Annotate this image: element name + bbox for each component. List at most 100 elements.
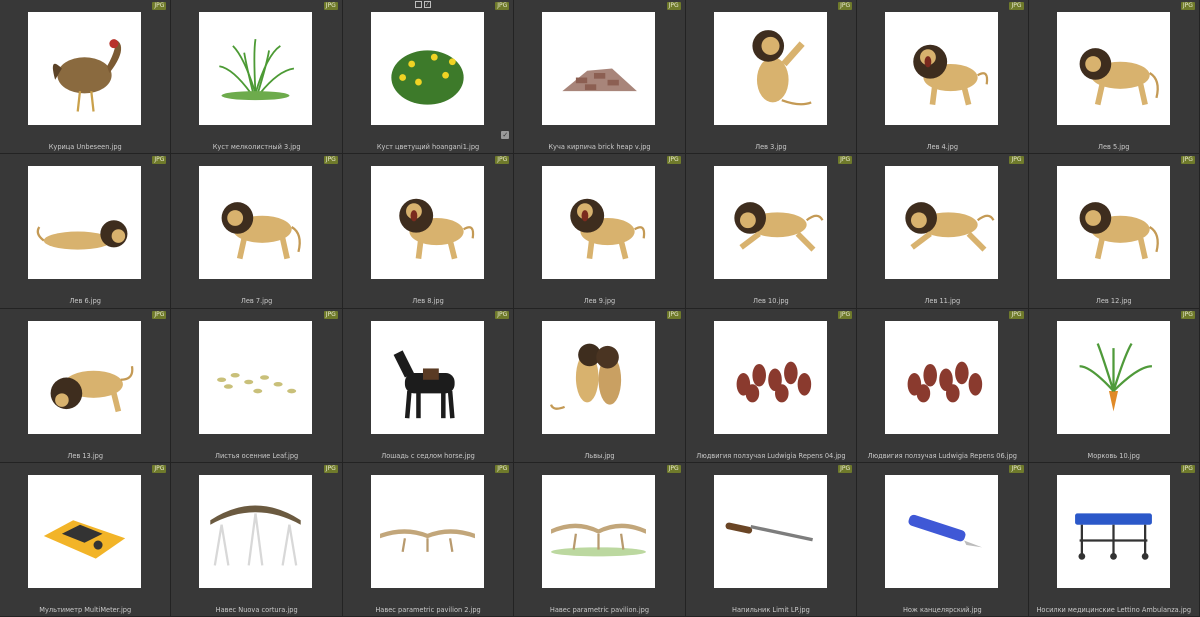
asset-thumbnail-cell[interactable]: JPG Куча кирпича brick heap v.jpg [514,0,686,154]
asset-thumbnail-cell[interactable]: JPG Куст мелколистный 3.jpg [171,0,343,154]
asset-thumbnail-cell[interactable]: JPG Лошадь с седлом horse.jpg [342,309,515,463]
file-type-badge: JPG [495,311,510,319]
asset-thumbnail-cell[interactable]: JPG Навес parametric pavilion 2.jpg [342,463,515,617]
thumbnail-image[interactable] [713,166,827,279]
file-name-label: Морковь 10.jpg [1087,452,1140,460]
file-name-label: Лев 12.jpg [1095,297,1132,305]
file-name-label: Листья осенние Leaf.jpg [215,452,299,460]
file-type-badge: JPG [1180,311,1195,319]
asset-thumbnail-cell[interactable]: JPG Лев 10.jpg [685,154,858,309]
thumbnail-image[interactable] [28,166,141,279]
asset-thumbnail-cell[interactable]: JPG Навес Nuova cortura.jpg [171,463,343,617]
asset-thumbnail-cell[interactable]: JPG Людвигия ползучая Ludwigia Repens 04.… [685,309,858,463]
file-type-badge: JPG [838,156,853,164]
file-type-badge: JPG [1180,156,1195,164]
file-type-badge: JPG [666,156,681,164]
thumbnail-image[interactable] [1056,166,1170,279]
file-name-label: Лошадь с седлом horse.jpg [381,452,475,460]
file-name-label: Куст мелколистный 3.jpg [212,143,301,151]
thumbnail-image[interactable] [542,475,656,588]
file-name-label: Куст цветущий hoangani1.jpg [376,143,480,151]
asset-thumbnail-cell[interactable]: JPG Носилки медицинские Lettino Ambulanza… [1028,463,1200,617]
file-type-badge: JPG [666,2,681,10]
thumbnail-image[interactable] [199,475,313,588]
asset-thumbnail-cell[interactable]: JPG Морковь 10.jpg [1028,309,1200,463]
asset-thumbnail-cell[interactable]: JPG Лев 13.jpg [0,309,172,463]
asset-thumbnail-grid: JPG Курица Unbeseen.jpg JPG Куст мелколистн… [0,0,1200,617]
thumbnail-image[interactable] [370,321,484,434]
thumbnail-image[interactable] [28,321,141,434]
file-type-badge: JPG [1009,2,1024,10]
thumbnail-image[interactable] [542,321,656,434]
file-name-label: Лев 3.jpg [755,143,787,151]
asset-thumbnail-cell[interactable]: JPG Навес parametric pavilion.jpg [514,463,686,617]
thumbnail-image[interactable] [1056,475,1170,588]
file-name-label: Лев 9.jpg [583,297,616,305]
file-type-badge: JPG [666,311,681,319]
thumbnail-image[interactable] [885,166,999,279]
thumbnail-image[interactable] [885,12,999,125]
file-name-label: Мультиметр MultiMeter.jpg [39,606,132,614]
file-type-badge: JPG [495,156,510,164]
file-type-badge: JPG [152,311,167,319]
thumbnail-image[interactable] [370,166,484,279]
asset-thumbnail-cell[interactable]: JPG Лев 5.jpg [1028,0,1200,154]
asset-thumbnail-cell[interactable]: JPG Лев 9.jpg [514,154,686,309]
thumbnail-image[interactable] [885,475,999,588]
asset-thumbnail-cell[interactable]: JPG Львы.jpg [514,309,686,463]
asset-thumbnail-cell[interactable]: JPG Лев 7.jpg [171,154,343,309]
asset-thumbnail-cell[interactable]: JPG Курица Unbeseen.jpg [0,0,172,154]
thumbnail-image[interactable] [713,321,827,434]
asset-thumbnail-cell[interactable]: JPG Куст цветущий hoangani1.jpg ⁄ ✓ [342,0,515,154]
file-name-label: Лев 10.jpg [753,297,789,305]
thumbnail-image[interactable] [199,321,313,434]
asset-thumbnail-cell[interactable]: JPG Листья осенние Leaf.jpg [171,309,343,463]
file-type-badge: JPG [1009,311,1024,319]
file-type-badge: JPG [495,465,510,473]
asset-thumbnail-cell[interactable]: JPG Лев 6.jpg [0,154,172,309]
file-type-badge: JPG [323,2,338,10]
asset-thumbnail-cell[interactable]: JPG Лев 12.jpg [1028,154,1200,309]
thumbnail-image[interactable] [199,12,313,125]
thumbnail-image[interactable] [370,475,484,588]
file-type-badge: JPG [152,156,167,164]
file-name-label: Курица Unbeseen.jpg [48,143,122,151]
thumbnail-image[interactable] [1056,321,1170,434]
file-name-label: Львы.jpg [584,452,615,460]
square-frame-icon[interactable] [414,1,422,8]
file-name-label: Нож канцелярский.jpg [902,606,982,614]
thumbnail-image[interactable] [713,12,827,125]
asset-thumbnail-cell[interactable]: JPG Лев 3.jpg [685,0,858,154]
file-name-label: Лев 13.jpg [67,452,104,460]
thumbnail-image[interactable] [199,166,313,279]
thumbnail-image[interactable] [28,475,141,588]
file-name-label: Навес parametric pavilion 2.jpg [375,606,481,614]
file-type-badge: JPG [1009,465,1024,473]
thumbnail-image[interactable] [542,166,656,279]
thumbnail-image[interactable] [713,475,827,588]
file-name-label: Навес Nuova cortura.jpg [215,606,298,614]
asset-thumbnail-cell[interactable]: JPG Напильник Limit LP.jpg [685,463,858,617]
thumbnail-image[interactable] [542,12,656,125]
thumbnail-image[interactable] [885,321,999,434]
asset-thumbnail-cell[interactable]: JPG Нож канцелярский.jpg [857,463,1029,617]
checkmark-icon[interactable]: ✓ [501,131,510,139]
thumbnail-image[interactable] [28,12,141,125]
file-type-badge: JPG [838,311,853,319]
file-name-label: Лев 5.jpg [1097,143,1130,151]
asset-thumbnail-cell[interactable]: JPG Людвигия ползучая Ludwigia Repens 06.… [857,309,1029,463]
file-type-badge: JPG [323,465,338,473]
file-type-badge: JPG [666,465,681,473]
file-name-label: Лев 11.jpg [924,297,961,305]
pencil-icon[interactable]: ⁄ [423,1,431,8]
asset-thumbnail-cell[interactable]: JPG Лев 11.jpg [857,154,1029,309]
file-type-badge: JPG [495,2,510,10]
file-name-label: Людвигия ползучая Ludwigia Repens 06.jpg [867,452,1017,460]
file-name-label: Напильник Limit LP.jpg [732,606,810,614]
asset-thumbnail-cell[interactable]: JPG Лев 8.jpg [342,154,515,309]
asset-thumbnail-cell[interactable]: JPG Лев 4.jpg [857,0,1029,154]
asset-thumbnail-cell[interactable]: JPG Мультиметр MultiMeter.jpg [0,463,172,617]
thumbnail-image[interactable] [1056,12,1170,125]
thumbnail-image[interactable] [370,12,484,125]
file-name-label: Лев 7.jpg [240,297,273,305]
